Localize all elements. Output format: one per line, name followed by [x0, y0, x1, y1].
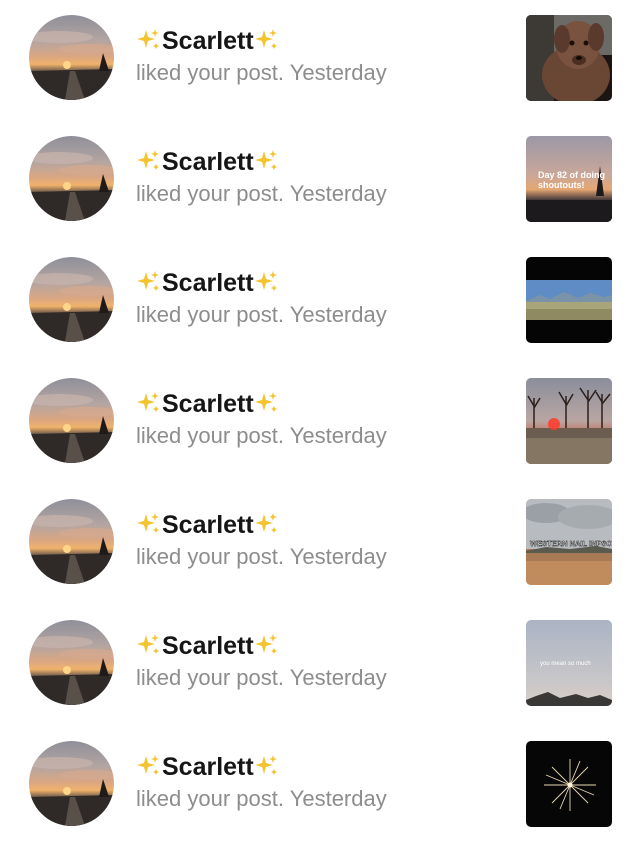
notification-row[interactable]: Scarlett liked your post. Yesterday [0, 15, 640, 125]
notification-action: liked your post. [136, 181, 284, 206]
notification-text: Scarlett liked your post. Yesterday [136, 146, 506, 209]
notification-row[interactable]: Scarlett liked your post. Yesterday [0, 378, 640, 488]
sparkles-icon [254, 29, 277, 49]
notification-detail: liked your post. Yesterday [136, 58, 506, 88]
username-line[interactable]: Scarlett [136, 25, 506, 57]
notification-action: liked your post. [136, 786, 284, 811]
post-caption-line: Day 82 of doing [538, 170, 605, 180]
avatar[interactable] [29, 378, 114, 463]
sunset-road-avatar-icon [29, 378, 114, 463]
post-caption: you mean so much [540, 661, 591, 667]
sparkles-icon [137, 634, 159, 654]
username-line[interactable]: Scarlett [136, 630, 506, 662]
sparkles-icon [137, 513, 159, 533]
notification-row[interactable]: Scarlett liked your post. Yesterday [0, 257, 640, 367]
sparkles-icon [137, 29, 159, 49]
post-thumbnail[interactable]: Day 82 of doing shoutouts! [526, 136, 612, 222]
username-line[interactable]: Scarlett [136, 509, 506, 541]
notification-time: Yesterday [289, 786, 387, 811]
username[interactable]: Scarlett [162, 148, 254, 176]
avatar[interactable] [29, 136, 114, 221]
sparkles-icon [254, 271, 277, 291]
sunset-road-avatar-icon [29, 741, 114, 826]
avatar[interactable] [29, 741, 114, 826]
post-thumbnail[interactable] [526, 741, 612, 827]
post-thumbnail[interactable] [526, 15, 612, 101]
post-thumbnail[interactable] [526, 257, 612, 343]
username-line[interactable]: Scarlett [136, 388, 506, 420]
dog-photo-icon [526, 15, 612, 101]
notification-detail: liked your post. Yesterday [136, 179, 506, 209]
sunset-road-avatar-icon [29, 15, 114, 100]
post-thumbnail[interactable]: WESTERN NAIL INPSO [526, 499, 612, 585]
notification-detail: liked your post. Yesterday [136, 300, 506, 330]
sunset-road-avatar-icon [29, 620, 114, 705]
post-thumbnail[interactable]: you mean so much [526, 620, 612, 706]
sparkles-icon [254, 150, 277, 170]
notification-text: Scarlett liked your post. Yesterday [136, 751, 506, 814]
notification-text: Scarlett liked your post. Yesterday [136, 388, 506, 451]
notification-time: Yesterday [289, 60, 387, 85]
notification-text: Scarlett liked your post. Yesterday [136, 509, 506, 572]
cloudy-field-photo-icon: WESTERN NAIL INPSO [526, 499, 612, 585]
notification-detail: liked your post. Yesterday [136, 663, 506, 693]
username[interactable]: Scarlett [162, 390, 254, 418]
sunset-text-photo-icon: Day 82 of doing shoutouts! [526, 136, 612, 222]
notification-row[interactable]: Scarlett liked your post. Yesterday you … [0, 620, 640, 730]
sparkles-icon [137, 150, 159, 170]
notification-action: liked your post. [136, 60, 284, 85]
notification-row[interactable]: Scarlett liked your post. Yesterday [0, 741, 640, 851]
username[interactable]: Scarlett [162, 27, 254, 55]
sparkles-icon [137, 755, 159, 775]
notification-row[interactable]: Scarlett liked your post. Yesterday Day … [0, 136, 640, 246]
username[interactable]: Scarlett [162, 511, 254, 539]
username-line[interactable]: Scarlett [136, 267, 506, 299]
sparkles-icon [254, 755, 277, 775]
notification-detail: liked your post. Yesterday [136, 421, 506, 451]
sunset-road-avatar-icon [29, 499, 114, 584]
notification-detail: liked your post. Yesterday [136, 542, 506, 572]
notification-action: liked your post. [136, 423, 284, 448]
notification-text: Scarlett liked your post. Yesterday [136, 267, 506, 330]
field-landscape-photo-icon [526, 257, 612, 343]
notification-time: Yesterday [289, 302, 387, 327]
username[interactable]: Scarlett [162, 753, 254, 781]
sky-text-photo-icon: you mean so much [526, 620, 612, 706]
username[interactable]: Scarlett [162, 269, 254, 297]
sparkles-icon [254, 392, 277, 412]
fireworks-photo-icon [526, 741, 612, 827]
avatar[interactable] [29, 15, 114, 100]
sparkles-icon [254, 634, 277, 654]
notification-row[interactable]: Scarlett liked your post. Yesterday WEST… [0, 499, 640, 609]
activity-notification-list: Scarlett liked your post. Yesterday Scar… [0, 0, 640, 853]
notification-text: Scarlett liked your post. Yesterday [136, 630, 506, 693]
sunset-trees-photo-icon [526, 378, 612, 464]
notification-time: Yesterday [289, 665, 387, 690]
username[interactable]: Scarlett [162, 632, 254, 660]
notification-time: Yesterday [289, 181, 387, 206]
post-caption-line: shoutouts! [538, 180, 585, 190]
avatar[interactable] [29, 620, 114, 705]
sparkles-icon [137, 392, 159, 412]
username-line[interactable]: Scarlett [136, 751, 506, 783]
avatar[interactable] [29, 499, 114, 584]
notification-detail: liked your post. Yesterday [136, 784, 506, 814]
notification-time: Yesterday [289, 544, 387, 569]
username-line[interactable]: Scarlett [136, 146, 506, 178]
notification-text: Scarlett liked your post. Yesterday [136, 25, 506, 88]
notification-action: liked your post. [136, 544, 284, 569]
sunset-road-avatar-icon [29, 257, 114, 342]
sparkles-icon [254, 513, 277, 533]
notification-action: liked your post. [136, 302, 284, 327]
avatar[interactable] [29, 257, 114, 342]
sparkles-icon [137, 271, 159, 291]
sunset-road-avatar-icon [29, 136, 114, 221]
post-caption: WESTERN NAIL INPSO [530, 539, 612, 548]
notification-action: liked your post. [136, 665, 284, 690]
notification-time: Yesterday [289, 423, 387, 448]
post-thumbnail[interactable] [526, 378, 612, 464]
